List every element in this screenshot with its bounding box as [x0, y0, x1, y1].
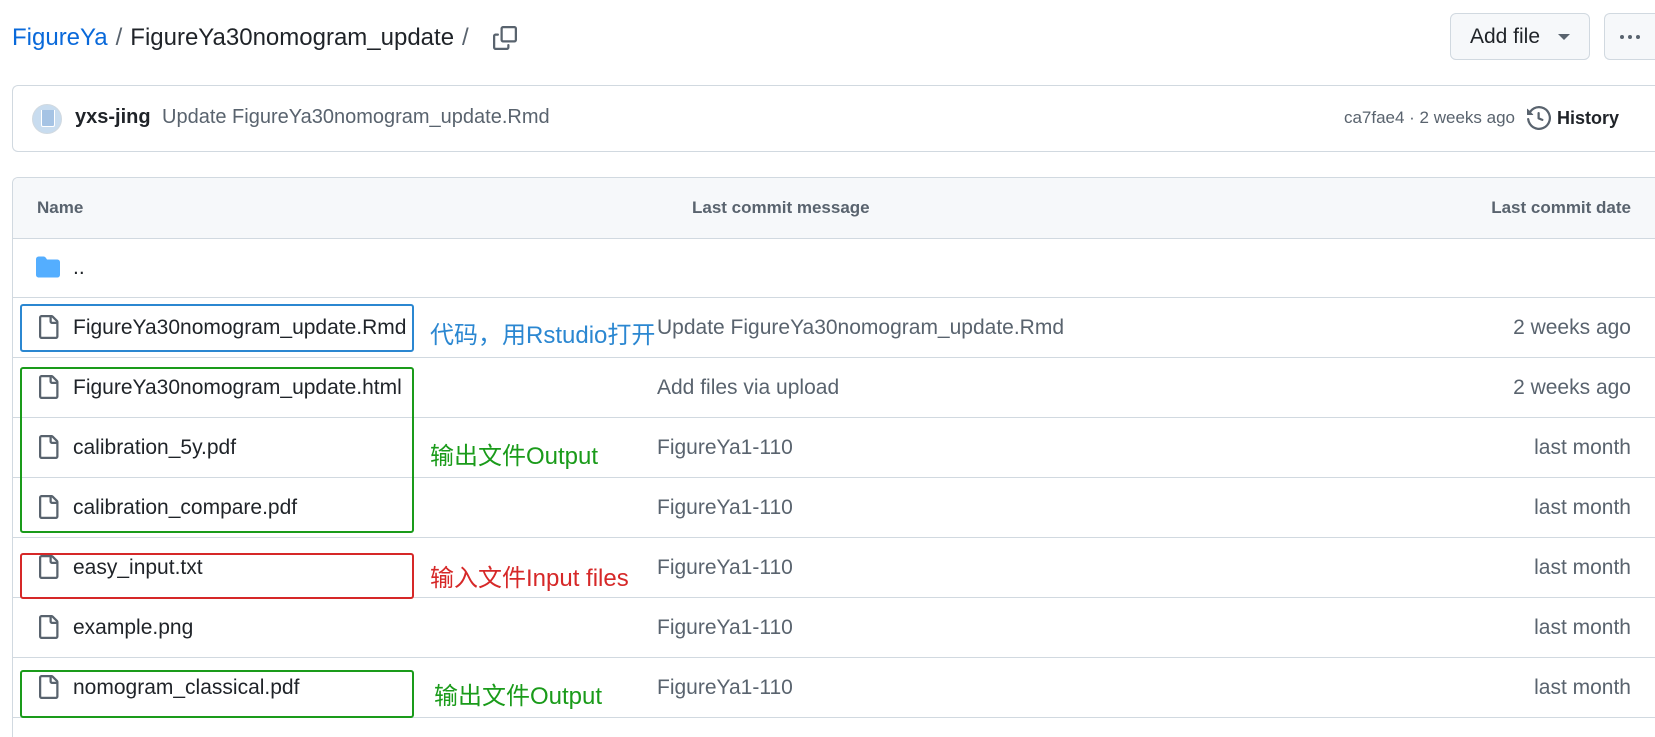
- history-icon: [1527, 106, 1551, 130]
- breadcrumb-current-folder: FigureYa30nomogram_update: [130, 24, 455, 51]
- table-row: easy_input.txt FigureYa1-110 last month: [13, 538, 1655, 598]
- commit-message-link[interactable]: Add files via upload: [657, 376, 839, 400]
- commit-message-link[interactable]: FigureYa1-110: [657, 556, 793, 580]
- folder-icon: [36, 256, 60, 278]
- more-options-button[interactable]: [1604, 13, 1655, 60]
- copy-path-button[interactable]: [490, 22, 520, 54]
- file-icon: [39, 675, 59, 699]
- commit-author[interactable]: yxs-jing: [75, 106, 151, 129]
- commit-date: last month: [1534, 496, 1631, 519]
- table-row: example.png FigureYa1-110 last month: [13, 598, 1655, 658]
- add-file-label: Add file: [1469, 24, 1541, 48]
- history-button[interactable]: History: [1527, 102, 1655, 134]
- top-bar: FigureYa / FigureYa30nomogram_update / A…: [0, 0, 1655, 78]
- column-header-message: Last commit message: [692, 198, 870, 217]
- copy-icon: [493, 26, 517, 50]
- kebab-horizontal-icon: [1620, 34, 1640, 39]
- column-header-date: Last commit date: [1491, 198, 1631, 217]
- commit-message-link[interactable]: FigureYa1-110: [657, 676, 793, 700]
- commit-message[interactable]: Update FigureYa30nomogram_update.Rmd: [162, 106, 550, 129]
- breadcrumb-repo-link[interactable]: FigureYa: [12, 20, 108, 56]
- commit-date: 2 weeks ago: [1513, 376, 1631, 399]
- annotation-label-input: 输入文件Input files: [430, 565, 629, 592]
- file-icon: [39, 375, 59, 399]
- breadcrumb-trailing-separator: /: [462, 24, 469, 51]
- commit-date: last month: [1534, 676, 1631, 699]
- file-name-link[interactable]: FigureYa30nomogram_update.html: [73, 376, 402, 400]
- breadcrumb-separator: /: [115, 24, 123, 51]
- file-name-link[interactable]: easy_input.txt: [73, 556, 203, 580]
- file-icon: [39, 495, 59, 519]
- file-icon: [39, 315, 59, 339]
- triangle-down-icon: [1558, 33, 1571, 40]
- table-row: calibration_compare.pdf FigureYa1-110 la…: [13, 478, 1655, 538]
- commit-message-link[interactable]: FigureYa1-110: [657, 436, 793, 460]
- commit-date: last month: [1534, 616, 1631, 639]
- commit-date: last month: [1534, 436, 1631, 459]
- commit-meta[interactable]: ca7fae4 · 2 weeks ago: [1344, 108, 1515, 128]
- commit-date: last month: [1534, 556, 1631, 579]
- file-name-link[interactable]: calibration_5y.pdf: [73, 436, 236, 460]
- parent-directory-link[interactable]: ..: [73, 256, 85, 280]
- file-icon: [39, 435, 59, 459]
- annotation-label-code: 代码，用Rstudio打开: [430, 322, 656, 349]
- commit-message-link[interactable]: Update FigureYa30nomogram_update.Rmd: [657, 316, 1064, 340]
- breadcrumb: FigureYa / FigureYa30nomogram_update /: [12, 20, 477, 56]
- file-name-link[interactable]: example.png: [73, 616, 193, 640]
- file-icon: [39, 555, 59, 579]
- table-row: calibration_5y.pdf FigureYa1-110 last mo…: [13, 418, 1655, 478]
- parent-directory-row[interactable]: ..: [13, 238, 1655, 298]
- table-row: nomogram_classical.pdf FigureYa1-110 las…: [13, 658, 1655, 718]
- column-header-name: Name: [37, 198, 84, 217]
- file-name-link[interactable]: calibration_compare.pdf: [73, 496, 297, 520]
- commit-message-link[interactable]: FigureYa1-110: [657, 616, 793, 640]
- commit-message-link[interactable]: FigureYa1-110: [657, 496, 793, 520]
- table-header: Name Last commit message Last commit dat…: [13, 178, 1655, 239]
- annotation-label-output-2: 输出文件Output: [434, 683, 603, 710]
- table-row: FigureYa30nomogram_update.html Add files…: [13, 358, 1655, 418]
- table-row: FigureYa30nomogram_update.Rmd Update Fig…: [13, 298, 1655, 358]
- avatar[interactable]: [32, 104, 62, 134]
- file-name-link[interactable]: FigureYa30nomogram_update.Rmd: [73, 316, 406, 340]
- add-file-button[interactable]: Add file: [1450, 13, 1590, 60]
- annotation-label-output: 输出文件Output: [430, 443, 599, 470]
- commit-date: 2 weeks ago: [1513, 316, 1631, 339]
- file-name-link[interactable]: nomogram_classical.pdf: [73, 676, 299, 700]
- history-label: History: [1557, 107, 1620, 128]
- file-icon: [39, 615, 59, 639]
- latest-commit-bar: yxs-jing Update FigureYa30nomogram_updat…: [12, 85, 1655, 152]
- file-table: Name Last commit message Last commit dat…: [12, 177, 1655, 737]
